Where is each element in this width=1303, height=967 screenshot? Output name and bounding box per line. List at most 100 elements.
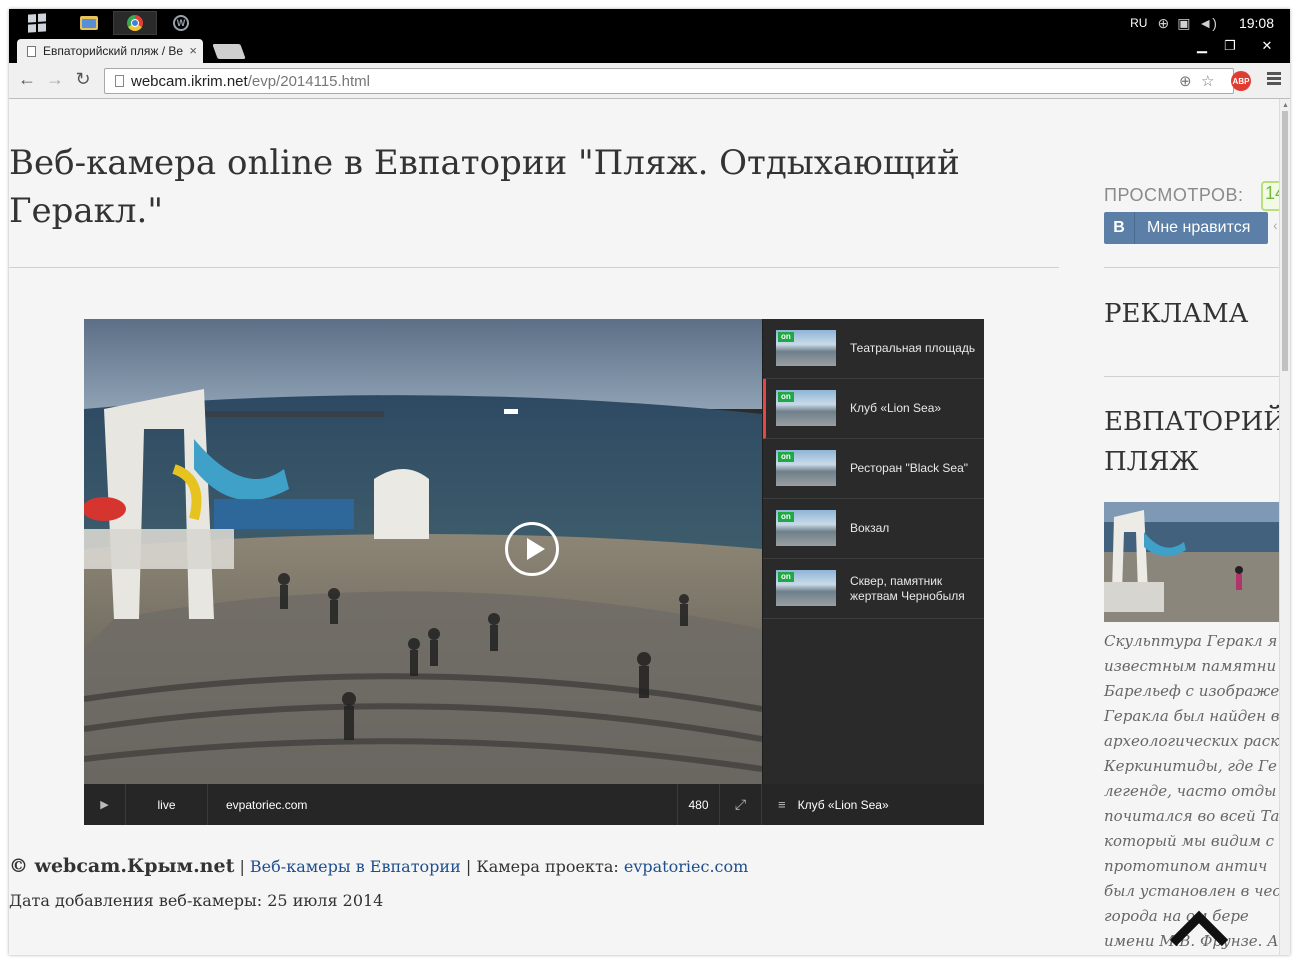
vk-like-label: Мне нравится (1147, 219, 1251, 236)
online-badge: on (778, 572, 794, 582)
scroll-to-top-icon[interactable] (1169, 907, 1229, 947)
network-icon[interactable]: ▣ (1177, 15, 1190, 32)
start-button[interactable] (15, 11, 59, 35)
play-icon: ▶ (100, 799, 109, 811)
vk-like-button[interactable]: B Мне нравится (1104, 212, 1268, 244)
fullscreen-icon: ⤢ (734, 796, 747, 812)
video-frame[interactable] (84, 319, 762, 784)
project-link[interactable]: evpatoriec.com (624, 857, 748, 876)
divider (9, 267, 1059, 268)
browser-tab[interactable]: Евпаторийский пляж / Ве × (17, 39, 203, 63)
beach-thumbnail-image[interactable] (1104, 502, 1279, 622)
webcams-evpatoria-link[interactable]: Веб-камеры в Евпатории (250, 857, 461, 876)
url-host: webcam.ikrim.net (131, 72, 248, 90)
sidebar-description: Скульптура Геракл я известным памятни Ба… (1104, 629, 1279, 954)
restore-icon[interactable]: ❐ (1216, 37, 1244, 55)
url-text[interactable]: webcam.ikrim.net/evp/2014115.html (131, 73, 370, 90)
playlist-item-active[interactable]: on Клуб «Lion Sea» (763, 379, 984, 439)
vk-counter-arrow-icon: ‹ (1273, 217, 1278, 233)
page-content: Веб-камера online в Евпатории "Пляж. Отд… (9, 99, 1279, 955)
source-link[interactable]: evpatoriec.com (208, 784, 678, 825)
playlist-item-label: Театральная площадь (850, 341, 976, 355)
chrome-icon (127, 15, 143, 31)
camera-thumbnail: on (776, 390, 836, 426)
online-badge: on (778, 332, 794, 342)
page-icon (115, 75, 124, 87)
forward-arrow-icon[interactable]: → (43, 69, 67, 90)
bookmark-star-icon[interactable]: ☆ (1201, 72, 1214, 90)
playlist-item-label: Вокзал (850, 521, 890, 535)
description-line: известным памятни (1104, 657, 1277, 675)
site-brand: © webcam.Крым.net (9, 855, 235, 877)
playlist-item[interactable]: on Ресторан "Black Sea" (763, 439, 984, 499)
description-line: археологических раск (1104, 732, 1279, 750)
close-window-icon[interactable]: ✕ (1244, 37, 1290, 55)
language-indicator[interactable]: RU (1130, 16, 1147, 30)
description-line: Барельеф с изображе (1104, 682, 1279, 700)
taskbar-game[interactable]: W (159, 11, 203, 35)
camera-playlist: on Театральная площадь on Клуб «Lion Sea… (762, 319, 984, 784)
folder-icon (80, 16, 98, 30)
section-heading: ЕВПАТОРИЙ ПЛЯЖ (1104, 402, 1279, 482)
section-heading-line: ЕВПАТОРИЙ (1104, 407, 1279, 437)
playlist-item[interactable]: on Театральная площадь (763, 319, 984, 379)
playlist-icon: ≡ (778, 797, 786, 812)
address-bar[interactable]: webcam.ikrim.net/evp/2014115.html ⊕ ☆ (104, 68, 1234, 94)
fullscreen-button[interactable]: ⤢ (720, 784, 762, 825)
playlist-item-label: Ресторан "Black Sea" (850, 461, 969, 475)
playlist-item[interactable]: on Сквер, памятник жертвам Чернобыля (763, 559, 984, 619)
page-footer-line: © webcam.Крым.net | Веб-камеры в Евпатор… (9, 855, 748, 877)
video-player[interactable]: on Театральная площадь on Клуб «Lion Sea… (84, 319, 984, 825)
separator: | (234, 857, 250, 876)
browser-window: W RU ⊕ ▣ ◄) 19:08 Евпаторийский пляж / В… (9, 9, 1290, 955)
description-line: легенде, часто отды (1104, 782, 1277, 800)
reload-icon[interactable]: ↻ (71, 69, 95, 90)
url-path: /evp/2014115.html (247, 72, 371, 90)
zoom-icon[interactable]: ⊕ (1179, 72, 1192, 90)
taskbar-explorer[interactable] (67, 11, 111, 35)
world-of-tanks-icon: W (173, 15, 189, 31)
player-controls: ▶ live evpatoriec.com 480 ⤢ ≡ Клуб «Lion… (84, 784, 984, 825)
beach-webcam-image (84, 319, 762, 784)
description-line: был установлен в чес (1104, 882, 1279, 900)
play-overlay-button[interactable] (505, 522, 559, 576)
description-line: прототипом антич (1104, 857, 1268, 875)
new-tab-button[interactable] (212, 44, 246, 59)
play-button[interactable]: ▶ (84, 784, 126, 825)
taskbar: W RU ⊕ ▣ ◄) 19:08 (9, 9, 1290, 37)
adblock-icon[interactable]: ABP (1231, 71, 1251, 91)
system-tray: RU ⊕ ▣ ◄) 19:08 (1130, 9, 1290, 37)
vk-icon: B (1104, 212, 1135, 244)
camera-thumbnail: on (776, 510, 836, 546)
tab-title: Евпаторийский пляж / Ве (43, 44, 183, 58)
divider (1104, 376, 1279, 377)
description-line: Скульптура Геракл я (1104, 632, 1278, 650)
page-icon (27, 45, 36, 57)
volume-icon[interactable]: ◄) (1198, 15, 1217, 31)
back-arrow-icon[interactable]: ← (15, 69, 39, 90)
scroll-up-icon[interactable]: ▲ (1282, 102, 1289, 109)
page-scrollbar[interactable]: ▲ (1279, 99, 1290, 955)
quality-button[interactable]: 480 (678, 784, 720, 825)
playlist-item-label: Клуб «Lion Sea» (850, 401, 942, 415)
live-button[interactable]: live (126, 784, 208, 825)
minimize-icon[interactable]: ▁ (1188, 37, 1216, 55)
windows-logo-icon (28, 13, 46, 33)
beach-thumbnail-svg (1104, 502, 1279, 622)
camera-thumbnail: on (776, 570, 836, 606)
camera-thumbnail: on (776, 450, 836, 486)
clock[interactable]: 19:08 (1239, 15, 1274, 31)
playlist-item[interactable]: on Вокзал (763, 499, 984, 559)
playlist-item-label: Сквер, памятник жертвам Чернобыля (850, 573, 965, 603)
page-title: Веб-камера online в Евпатории "Пляж. Отд… (9, 143, 960, 231)
playlist-toggle[interactable]: ≡ Клуб «Lion Sea» (762, 784, 984, 825)
chrome-menu-icon[interactable] (1267, 72, 1281, 87)
close-tab-icon[interactable]: × (189, 43, 197, 58)
taskbar-chrome[interactable] (113, 11, 157, 35)
online-badge: on (778, 512, 794, 522)
download-icon[interactable]: ⊕ (1157, 15, 1169, 32)
tab-strip: Евпаторийский пляж / Ве × ▁ ❐ ✕ (9, 37, 1290, 63)
description-line: который мы видим с (1104, 832, 1275, 850)
views-counter: 14 (1261, 181, 1279, 211)
scrollbar-thumb[interactable] (1282, 111, 1288, 371)
